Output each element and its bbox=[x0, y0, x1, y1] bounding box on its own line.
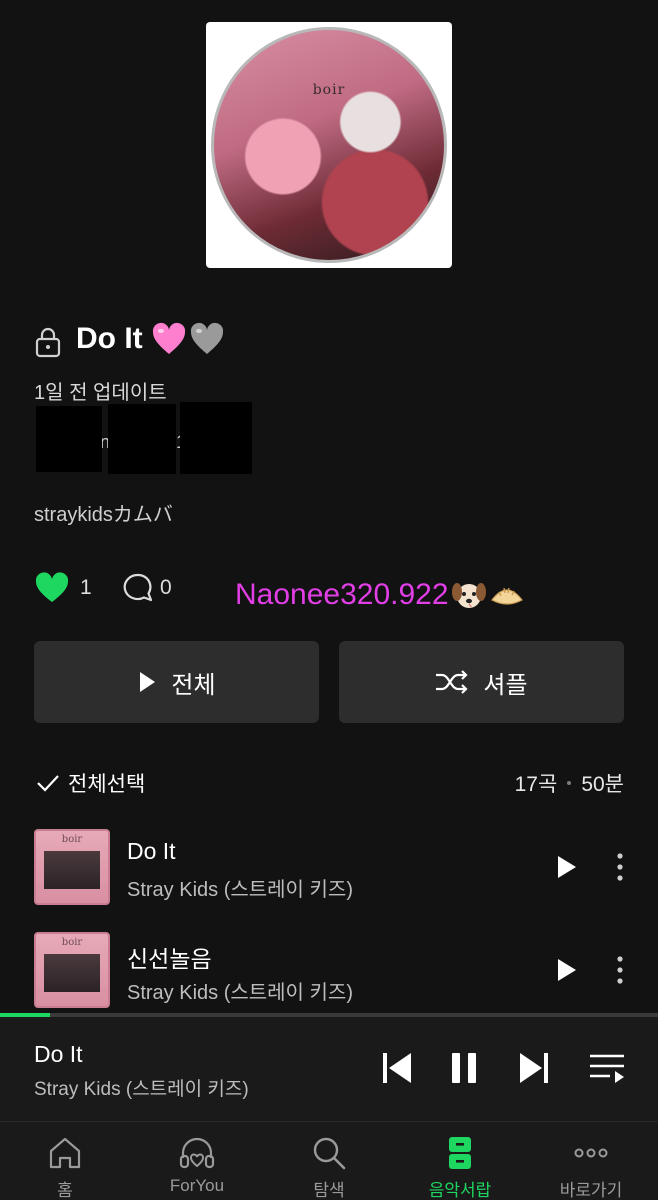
cover-logo: boir bbox=[312, 82, 346, 98]
comment-count: 0 bbox=[160, 576, 172, 599]
previous-track-icon[interactable] bbox=[381, 1050, 413, 1086]
more-vertical-icon[interactable] bbox=[612, 852, 628, 882]
playlist-queue-icon[interactable] bbox=[588, 1050, 626, 1086]
pause-icon[interactable] bbox=[449, 1050, 479, 1086]
play-icon[interactable] bbox=[556, 854, 578, 880]
cover-image: boir bbox=[211, 27, 447, 263]
playlist-cover: boir bbox=[206, 22, 452, 268]
now-playing-artist: Stray Kids (스트레이 키즈) bbox=[34, 1079, 249, 1100]
like-count: 1 bbox=[80, 576, 92, 599]
playlist-title: Do It bbox=[76, 322, 143, 355]
next-track-icon[interactable] bbox=[518, 1050, 550, 1086]
play-all-label: 전체 bbox=[171, 671, 216, 699]
more-dots-icon bbox=[574, 1148, 608, 1158]
nav-home[interactable]: 홈 bbox=[15, 1134, 115, 1200]
comment-icon[interactable] bbox=[122, 572, 154, 604]
playlist-meta: 17곡 50분 bbox=[515, 768, 624, 798]
playlist-title-row: Do It bbox=[76, 322, 225, 356]
redaction-block bbox=[108, 404, 176, 474]
shuffle-button[interactable]: 셔플 bbox=[339, 641, 624, 723]
play-all-button[interactable]: 전체 bbox=[34, 641, 319, 723]
thumbnail-photo bbox=[44, 851, 100, 889]
select-all-toggle[interactable]: 전체선택 bbox=[36, 768, 145, 798]
nav-library[interactable]: 음악서랍 bbox=[410, 1134, 510, 1200]
track-title[interactable]: Do It bbox=[127, 838, 176, 865]
updated-text: 1일 전 업데이트 bbox=[34, 382, 167, 404]
gray-heart-emoji-icon bbox=[190, 322, 223, 354]
track-artist: Stray Kids (스트레이 키즈) bbox=[127, 879, 353, 901]
nav-shortcuts[interactable]: 바로가기 bbox=[541, 1134, 641, 1200]
drawer-icon bbox=[449, 1137, 471, 1169]
shuffle-label: 셔플 bbox=[483, 671, 528, 699]
play-icon bbox=[140, 672, 156, 692]
play-icon[interactable] bbox=[556, 957, 578, 983]
home-icon bbox=[49, 1137, 81, 1169]
headphones-heart-icon bbox=[179, 1137, 215, 1169]
pink-heart-emoji-icon bbox=[152, 322, 185, 354]
dumpling-emoji-icon bbox=[490, 587, 523, 605]
mini-player[interactable] bbox=[0, 1017, 658, 1121]
thumbnail-logo: boir bbox=[61, 834, 83, 845]
search-icon bbox=[313, 1137, 346, 1170]
redaction-block bbox=[180, 402, 252, 474]
track-thumbnail[interactable]: boir bbox=[34, 829, 110, 905]
thumbnail-photo bbox=[44, 954, 100, 992]
track-artist: Stray Kids (스트레이 키즈) bbox=[127, 982, 353, 1004]
nav-label: 홈 bbox=[57, 1181, 73, 1200]
thumbnail-logo: boir bbox=[61, 937, 83, 948]
select-all-label: 전체선택 bbox=[68, 773, 146, 796]
dog-face-emoji-icon bbox=[451, 583, 486, 608]
lock-icon bbox=[35, 327, 61, 358]
track-count: 17곡 bbox=[514, 773, 558, 796]
nav-label: 탐색 bbox=[313, 1181, 345, 1200]
checkmark-icon bbox=[37, 775, 59, 792]
playlist-description: straykidsカムバ bbox=[34, 504, 173, 526]
heart-icon[interactable] bbox=[34, 572, 70, 604]
nav-search[interactable]: 탐색 bbox=[279, 1134, 379, 1200]
redaction-block bbox=[36, 406, 102, 472]
track-thumbnail[interactable]: boir bbox=[34, 932, 110, 1008]
now-playing-title[interactable]: Do It bbox=[34, 1041, 83, 1068]
nav-label: 음악서랍 bbox=[428, 1181, 492, 1200]
nav-label: 바로가기 bbox=[559, 1181, 623, 1200]
watermark-text: Naonee320.922 bbox=[235, 578, 449, 611]
nav-foryou[interactable]: ForYou bbox=[147, 1134, 247, 1196]
watermark: Naonee320.922 bbox=[235, 578, 525, 612]
total-duration: 50분 bbox=[581, 773, 624, 796]
nav-label: ForYou bbox=[169, 1176, 225, 1195]
track-title[interactable]: 신선놀음 bbox=[127, 940, 212, 974]
more-vertical-icon[interactable] bbox=[612, 955, 628, 985]
separator-dot bbox=[567, 781, 572, 785]
shuffle-icon bbox=[436, 670, 468, 694]
